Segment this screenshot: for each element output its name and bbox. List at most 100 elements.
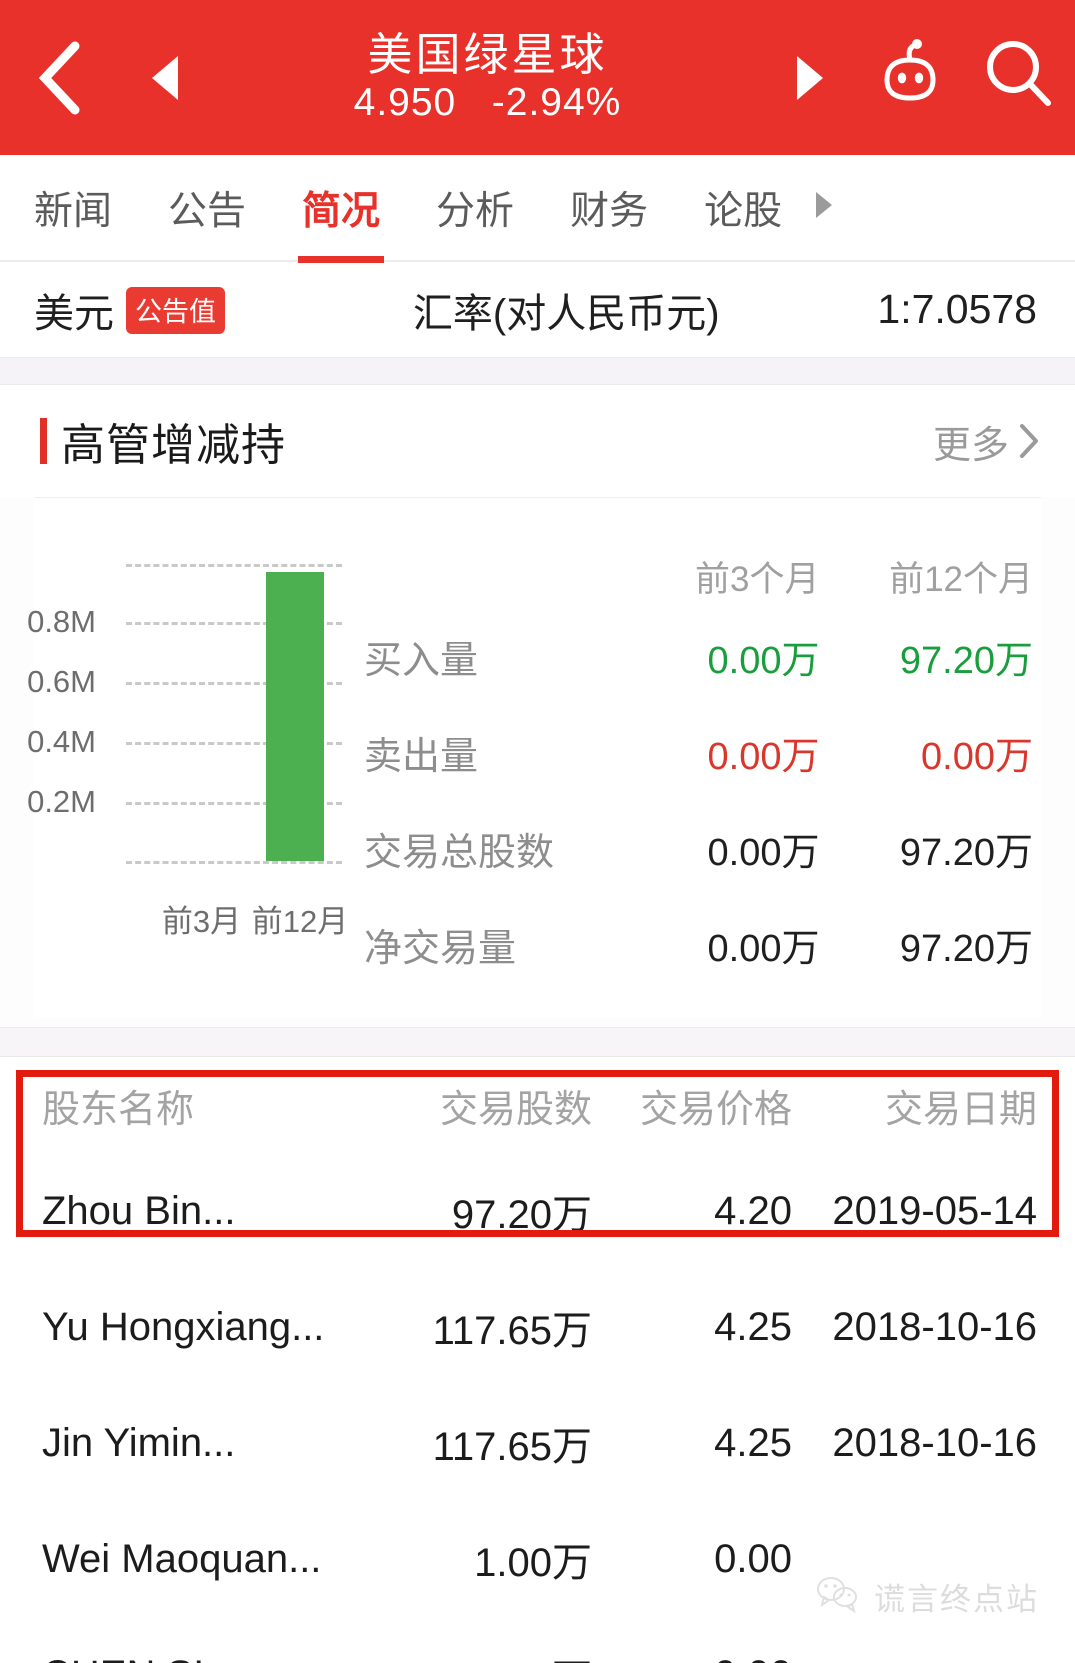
cell-name: Jin Yimin... bbox=[42, 1420, 236, 1465]
stats-label: 卖出量 bbox=[364, 735, 479, 778]
cell-name: Wei Maoquan... bbox=[42, 1536, 322, 1581]
next-stock-button[interactable] bbox=[765, 0, 855, 155]
app-header: 美国绿星球 4.950 -2.94% bbox=[0, 0, 1075, 155]
cell-shares: 117.65万 bbox=[432, 1309, 592, 1353]
stats-value-12m: 97.20万 bbox=[899, 831, 1033, 874]
tab-news[interactable]: 新闻 bbox=[34, 154, 112, 261]
col-header-shares: 交易股数 bbox=[439, 1088, 592, 1131]
tab-bar: 新闻 公告 简况 分析 财务 论股 bbox=[0, 155, 1075, 262]
tab-analysis[interactable]: 分析 bbox=[436, 154, 514, 261]
col-header-price: 交易价格 bbox=[639, 1088, 792, 1131]
col-header-date: 交易日期 bbox=[884, 1088, 1037, 1131]
currency-label-group: 美元 公告值 bbox=[34, 281, 225, 339]
stats-value-12m: 0.00万 bbox=[921, 735, 1033, 778]
triangle-right-icon bbox=[797, 55, 823, 100]
cell-name: Yu Hongxiang... bbox=[42, 1304, 325, 1349]
table-row[interactable]: Jin Yimin... 117.65万 4.25 2018-10-16 bbox=[0, 1385, 1075, 1501]
cell-price: 0.00 bbox=[592, 1653, 792, 1663]
stats-value-12m: 97.20万 bbox=[899, 639, 1033, 682]
stats-value-3m: 0.00万 bbox=[707, 639, 820, 682]
stock-title-block[interactable]: 美国绿星球 4.950 -2.94% bbox=[210, 31, 765, 123]
exchange-rate-label: 汇率(对人民币元) bbox=[412, 291, 720, 336]
stats-value-3m: 0.00万 bbox=[707, 927, 820, 970]
stats-label: 交易总股数 bbox=[364, 831, 555, 874]
prev-stock-button[interactable] bbox=[120, 0, 210, 155]
stock-quote: 4.950 -2.94% bbox=[210, 80, 765, 124]
table-row[interactable]: Zhou Bin... 97.20万 4.20 2019-05-14 bbox=[0, 1153, 1075, 1269]
announced-value-badge: 公告值 bbox=[126, 286, 225, 334]
stats-row-net: 净交易量 0.00万 97.20万 bbox=[364, 896, 1041, 992]
tab-label: 新闻 bbox=[34, 189, 113, 233]
cell-date: 2018-10-16 bbox=[832, 1304, 1037, 1349]
assistant-button[interactable] bbox=[855, 0, 965, 155]
cell-name: Zhou Bin... bbox=[42, 1188, 236, 1233]
cell-shares: 1.00万 bbox=[474, 1541, 592, 1585]
cell-shares: 1.00万 bbox=[397, 1646, 592, 1663]
stats-value-3m: 0.00万 bbox=[707, 735, 820, 778]
cell-price: 0.00 bbox=[714, 1536, 792, 1581]
shareholder-transactions-table: 股东名称 交易股数 交易价格 交易日期 Zhou Bin... 97.20万 4… bbox=[0, 1057, 1075, 1663]
triangle-left-icon bbox=[152, 55, 178, 100]
ytick-label-0-2m: 0.2M bbox=[27, 784, 96, 819]
ytick-label-0-8m: 0.8M bbox=[27, 604, 96, 639]
tab-label: 财务 bbox=[570, 189, 649, 233]
tab-label: 论股 bbox=[704, 189, 783, 233]
search-button[interactable] bbox=[965, 0, 1075, 155]
tab-label: 公告 bbox=[168, 189, 247, 233]
stats-label: 净交易量 bbox=[364, 927, 517, 970]
watermark-text: 谎言终点站 bbox=[874, 1582, 1039, 1617]
tab-announcements[interactable]: 公告 bbox=[168, 154, 246, 261]
tab-forum[interactable]: 论股 bbox=[704, 154, 782, 261]
table-row[interactable]: Yu Hongxiang... 117.65万 4.25 2018-10-16 bbox=[0, 1269, 1075, 1385]
stats-value-3m: 0.00万 bbox=[707, 831, 820, 874]
back-button[interactable] bbox=[0, 0, 120, 155]
chevron-right-icon bbox=[1017, 421, 1041, 461]
gridline-baseline bbox=[126, 861, 342, 864]
table-separator bbox=[0, 1027, 1075, 1057]
tabs-overflow-button[interactable] bbox=[810, 154, 836, 261]
cell-date: 2018-10-16 bbox=[832, 1420, 1037, 1465]
exchange-rate-value: 1:7.0578 bbox=[877, 286, 1037, 332]
table-row[interactable]: CHEN SI... 1.00万 0.00 bbox=[0, 1617, 1075, 1663]
chevron-left-icon bbox=[35, 40, 85, 116]
insider-chart-panel: 0.8M 0.6M 0.4M 0.2M 前3月 前12月 前3个月 前12个月 … bbox=[27, 497, 1041, 1018]
search-icon bbox=[979, 34, 1061, 121]
bar-prev-12m bbox=[266, 572, 324, 861]
col-header-name: 股东名称 bbox=[42, 1088, 195, 1131]
wechat-icon bbox=[816, 1574, 862, 1619]
watermark: 谎言终点站 bbox=[816, 1574, 1039, 1619]
chevron-right-icon bbox=[810, 188, 836, 227]
more-label: 更多 bbox=[932, 424, 1009, 467]
stats-header-3m: 前3个月 bbox=[695, 560, 820, 599]
xtick-label-prev-12m: 前12月 bbox=[251, 904, 349, 939]
cell-shares: 117.65万 bbox=[432, 1425, 592, 1469]
gridline-top bbox=[126, 564, 342, 567]
ytick-label-0-4m: 0.4M bbox=[27, 724, 96, 759]
stats-header-12m: 前12个月 bbox=[889, 560, 1033, 599]
cell-name: CHEN SI... bbox=[42, 1653, 397, 1663]
insider-bar-chart: 0.8M 0.6M 0.4M 0.2M 前3月 前12月 bbox=[27, 498, 364, 1018]
stats-header-row: 前3个月 前12个月 bbox=[364, 498, 1041, 608]
tab-financials[interactable]: 财务 bbox=[570, 154, 648, 261]
stats-value-12m: 97.20万 bbox=[899, 927, 1033, 970]
section-more-button[interactable]: 更多 bbox=[933, 414, 1041, 469]
stock-price: 4.950 bbox=[353, 80, 457, 124]
section-title: 高管增减持 bbox=[61, 421, 286, 470]
robot-icon bbox=[867, 32, 953, 123]
exchange-rate-row: 美元 公告值 汇率(对人民币元) 1:7.0578 bbox=[0, 262, 1075, 357]
cell-price: 4.25 bbox=[714, 1304, 792, 1349]
tab-label: 简况 bbox=[302, 189, 381, 233]
stats-row-sell: 卖出量 0.00万 0.00万 bbox=[364, 704, 1041, 800]
cell-date: 2019-05-14 bbox=[832, 1188, 1037, 1233]
stats-label: 买入量 bbox=[364, 639, 479, 682]
tab-label: 分析 bbox=[436, 189, 515, 233]
stock-name: 美国绿星球 bbox=[367, 29, 608, 81]
tab-overview[interactable]: 简况 bbox=[302, 154, 380, 261]
cell-shares: 97.20万 bbox=[451, 1193, 592, 1237]
stats-row-buy: 买入量 0.00万 97.20万 bbox=[364, 608, 1041, 704]
cell-price: 4.20 bbox=[714, 1188, 792, 1233]
stock-change: -2.94% bbox=[491, 80, 622, 124]
currency-label: 美元 bbox=[34, 291, 114, 336]
section-accent-bar bbox=[40, 418, 47, 464]
table-header-row: 股东名称 交易股数 交易价格 交易日期 bbox=[0, 1057, 1075, 1153]
